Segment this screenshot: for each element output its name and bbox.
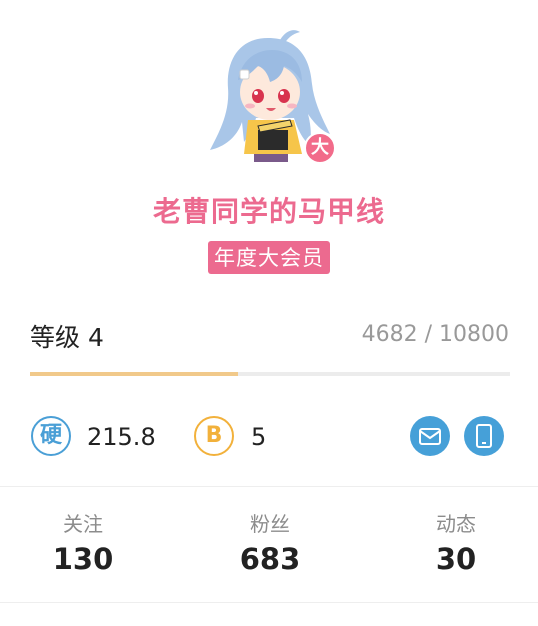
profile-page: 大 老曹同学的马甲线 年度大会员 等级 4 4682 / 10800 硬 215… (0, 0, 538, 626)
divider-bottom (0, 602, 538, 603)
b-coin-value: 5 (251, 423, 267, 451)
stat-label: 关注 (63, 512, 103, 536)
stat-value: 30 (435, 542, 477, 576)
hard-coin-icon: 硬 (31, 416, 71, 456)
username: 老曹同学的马甲线 (152, 195, 385, 228)
vip-tag[interactable]: 年度大会员 (208, 241, 330, 274)
level-progress-bar (30, 372, 510, 376)
phone-icon (476, 424, 492, 448)
stat-following[interactable]: 关注 130 (23, 508, 143, 578)
stat-label: 动态 (436, 512, 476, 536)
hard-coin-value: 215.8 (87, 423, 156, 451)
stat-value: 683 (239, 542, 301, 576)
stat-dynamics[interactable]: 动态 30 (396, 508, 516, 578)
b-coin-icon: B (194, 416, 234, 456)
vip-tag-container: 年度大会员 (0, 241, 538, 274)
level-label: 等级 4 (30, 323, 104, 352)
phone-button[interactable] (464, 416, 504, 456)
stat-label: 粉丝 (250, 512, 290, 536)
mail-button[interactable] (410, 416, 450, 456)
vip-badge-icon: 大 (304, 132, 336, 164)
divider (0, 486, 538, 487)
stat-value: 130 (52, 542, 114, 576)
level-exp-text: 4682 / 10800 (361, 322, 509, 347)
mail-icon (419, 428, 441, 445)
level-progress-fill (30, 372, 239, 376)
stat-fans[interactable]: 粉丝 683 (210, 508, 330, 578)
